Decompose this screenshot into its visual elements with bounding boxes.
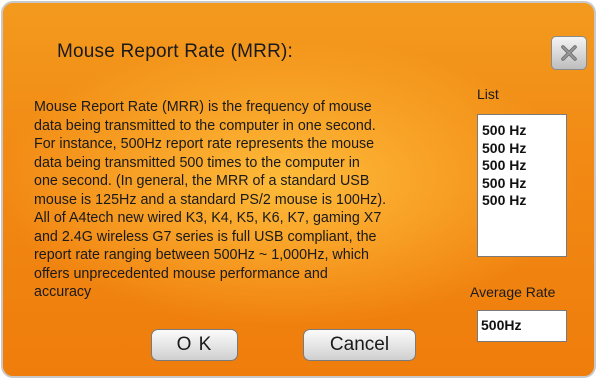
average-rate-label: Average Rate [470,284,556,300]
dialog-title: Mouse Report Rate (MRR): [57,41,294,62]
close-icon [561,45,577,61]
mrr-dialog: Mouse Report Rate (MRR): Mouse Report Ra… [1,1,596,378]
rate-listbox[interactable]: 500 Hz 500 Hz 500 Hz 500 Hz 500 Hz [477,114,567,257]
ok-button[interactable]: O K [151,329,238,361]
average-rate-field: 500Hz [477,310,567,342]
list-item[interactable]: 500 Hz [482,175,566,193]
list-item[interactable]: 500 Hz [482,192,566,210]
list-item[interactable]: 500 Hz [482,157,566,175]
list-item[interactable]: 500 Hz [482,140,566,158]
close-button[interactable] [551,36,587,70]
cancel-button[interactable]: Cancel [303,329,416,361]
list-item[interactable]: 500 Hz [482,122,566,140]
list-label: List [477,86,499,102]
description-text: Mouse Report Rate (MRR) is the frequency… [34,99,387,300]
